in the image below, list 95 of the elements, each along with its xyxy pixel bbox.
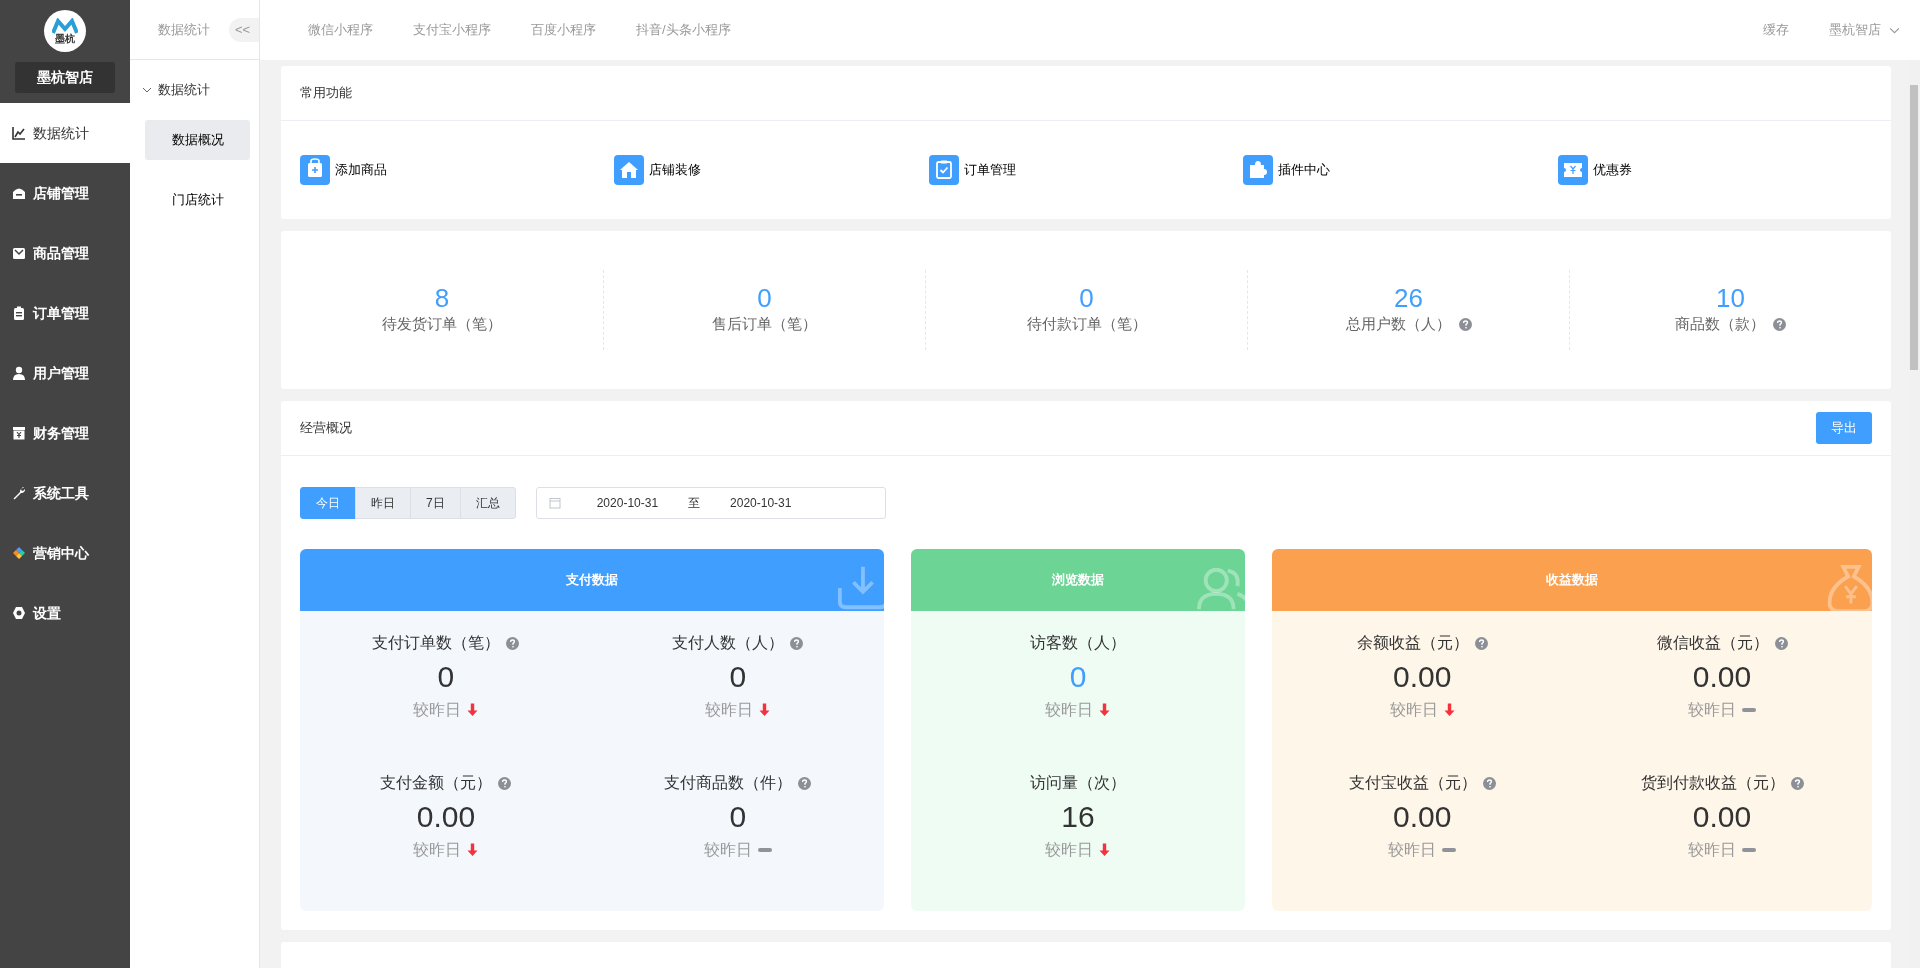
compare-label: 较昨日 bbox=[1045, 699, 1094, 720]
shortcut-link[interactable]: 优惠券 bbox=[1557, 155, 1632, 185]
metric-label: 余额收益（元） bbox=[1356, 633, 1469, 653]
menu-item[interactable]: 数据统计 bbox=[0, 103, 130, 163]
panel-title: 收益数据 bbox=[1546, 571, 1599, 590]
user-icon bbox=[12, 366, 26, 380]
section-title: 经营概况 bbox=[300, 419, 352, 438]
metric-value: 0.00 bbox=[1692, 658, 1752, 695]
menu-item[interactable]: 设置 bbox=[0, 583, 130, 643]
compare-label: 较昨日 bbox=[703, 839, 752, 860]
clipboard-icon bbox=[928, 155, 959, 185]
help-icon[interactable] bbox=[506, 636, 520, 650]
chevron-icon bbox=[142, 85, 152, 95]
compare-label: 较昨日 bbox=[1045, 839, 1094, 860]
metric-value: 0.00 bbox=[1392, 798, 1452, 835]
metric-value: 0 bbox=[437, 658, 455, 695]
metric-value: 0 bbox=[729, 658, 747, 695]
help-icon[interactable] bbox=[1773, 317, 1786, 331]
compare-label: 较昨日 bbox=[1688, 839, 1737, 860]
envelope-icon bbox=[12, 246, 26, 260]
stat-label: 待发货订单（笔） bbox=[382, 314, 502, 335]
metric-label: 支付人数（人） bbox=[672, 633, 785, 653]
stat-label: 待付款订单（笔） bbox=[1026, 314, 1147, 335]
metric-label: 微信收益（元） bbox=[1656, 633, 1769, 653]
help-icon[interactable] bbox=[1790, 776, 1804, 790]
metric-value: 0.00 bbox=[416, 798, 476, 835]
help-icon[interactable] bbox=[1482, 776, 1496, 790]
stat-value: 0 bbox=[756, 284, 773, 314]
compare-label: 较昨日 bbox=[705, 699, 754, 720]
metric-value: 0 bbox=[1069, 658, 1087, 695]
chart-icon bbox=[12, 126, 26, 140]
store-name: 墨杭智店 bbox=[15, 62, 115, 93]
ticket-icon bbox=[1557, 155, 1588, 185]
date-range-field[interactable]: 2020-10-31 至 2020-10-31 bbox=[535, 487, 886, 519]
puzzle-icon bbox=[1243, 155, 1274, 185]
menu-item[interactable]: 商品管理 bbox=[0, 223, 130, 283]
clipboard-icon bbox=[12, 306, 26, 320]
logo: 墨杭 bbox=[44, 10, 86, 52]
range-tab[interactable]: 7日 bbox=[410, 487, 461, 519]
panel-title: 浏览数据 bbox=[1052, 571, 1104, 590]
wallet-icon bbox=[12, 426, 26, 440]
wrench-icon bbox=[12, 486, 26, 500]
metric-label: 支付订单数（笔） bbox=[372, 633, 501, 653]
compare-label: 较昨日 bbox=[1389, 699, 1438, 720]
metric-label: 货到付款收益（元） bbox=[1640, 773, 1785, 793]
help-icon[interactable] bbox=[790, 636, 804, 650]
metric-label: 支付金额（元） bbox=[380, 773, 493, 793]
bag-icon bbox=[300, 155, 330, 185]
metric-value: 0 bbox=[729, 798, 747, 835]
range-tab[interactable]: 昨日 bbox=[355, 487, 411, 519]
menu-item[interactable]: 营销中心 bbox=[0, 523, 130, 583]
compare-label: 较昨日 bbox=[413, 699, 462, 720]
menu-item[interactable]: 财务管理 bbox=[0, 403, 130, 463]
menu-item[interactable]: 订单管理 bbox=[0, 283, 130, 343]
clover-icon bbox=[12, 546, 26, 560]
menu-item[interactable]: 用户管理 bbox=[0, 343, 130, 403]
range-tab[interactable]: 汇总 bbox=[459, 487, 516, 519]
metric-value: 0.00 bbox=[1392, 658, 1452, 695]
stat-label: 售后订单（笔） bbox=[712, 314, 817, 335]
submenu-item[interactable]: 门店统计 bbox=[145, 180, 250, 220]
hexagon-icon bbox=[12, 606, 26, 620]
shortcut-link[interactable]: 店铺装修 bbox=[614, 155, 702, 185]
metric-label: 支付商品数（件） bbox=[664, 773, 793, 793]
shortcut-link[interactable]: 插件中心 bbox=[1243, 155, 1331, 185]
calendar-icon bbox=[548, 497, 561, 509]
metric-value: 16 bbox=[1061, 798, 1095, 835]
help-icon[interactable] bbox=[1458, 317, 1472, 331]
submenu-item[interactable]: 数据概况 bbox=[145, 120, 250, 160]
metric-label: 访客数（人） bbox=[1030, 633, 1126, 653]
help-icon[interactable] bbox=[1474, 636, 1488, 650]
house-icon bbox=[614, 155, 645, 185]
section-title: 数据统计 bbox=[158, 20, 210, 39]
metric-label: 支付宝收益（元） bbox=[1348, 773, 1477, 793]
help-icon[interactable] bbox=[498, 776, 512, 790]
stat-label: 总用户数（人） bbox=[1345, 314, 1451, 335]
section-title: 常用功能 bbox=[300, 84, 352, 103]
menu-item[interactable]: 系统工具 bbox=[0, 463, 130, 523]
stat-value: 0 bbox=[1078, 284, 1095, 314]
stat-label: 商品数（款） bbox=[1675, 314, 1765, 335]
stat-value: 10 bbox=[1715, 284, 1746, 314]
stat-value: 8 bbox=[433, 284, 451, 314]
metric-value: 0.00 bbox=[1692, 798, 1752, 835]
shortcut-link[interactable]: 订单管理 bbox=[928, 155, 1016, 185]
shortcut-link[interactable]: 添加商品 bbox=[300, 155, 387, 185]
help-icon[interactable] bbox=[1774, 636, 1788, 650]
help-icon[interactable] bbox=[798, 776, 812, 790]
menu-group[interactable]: 数据统计 bbox=[130, 60, 259, 120]
panel-title: 支付数据 bbox=[565, 571, 618, 590]
stat-value: 26 bbox=[1393, 284, 1424, 314]
menu-item[interactable]: 店铺管理 bbox=[0, 163, 130, 223]
compare-label: 较昨日 bbox=[1388, 839, 1437, 860]
compare-label: 较昨日 bbox=[1688, 699, 1737, 720]
metric-label: 访问量（次） bbox=[1030, 773, 1126, 793]
compare-label: 较昨日 bbox=[413, 839, 462, 860]
shop-icon bbox=[12, 186, 26, 200]
